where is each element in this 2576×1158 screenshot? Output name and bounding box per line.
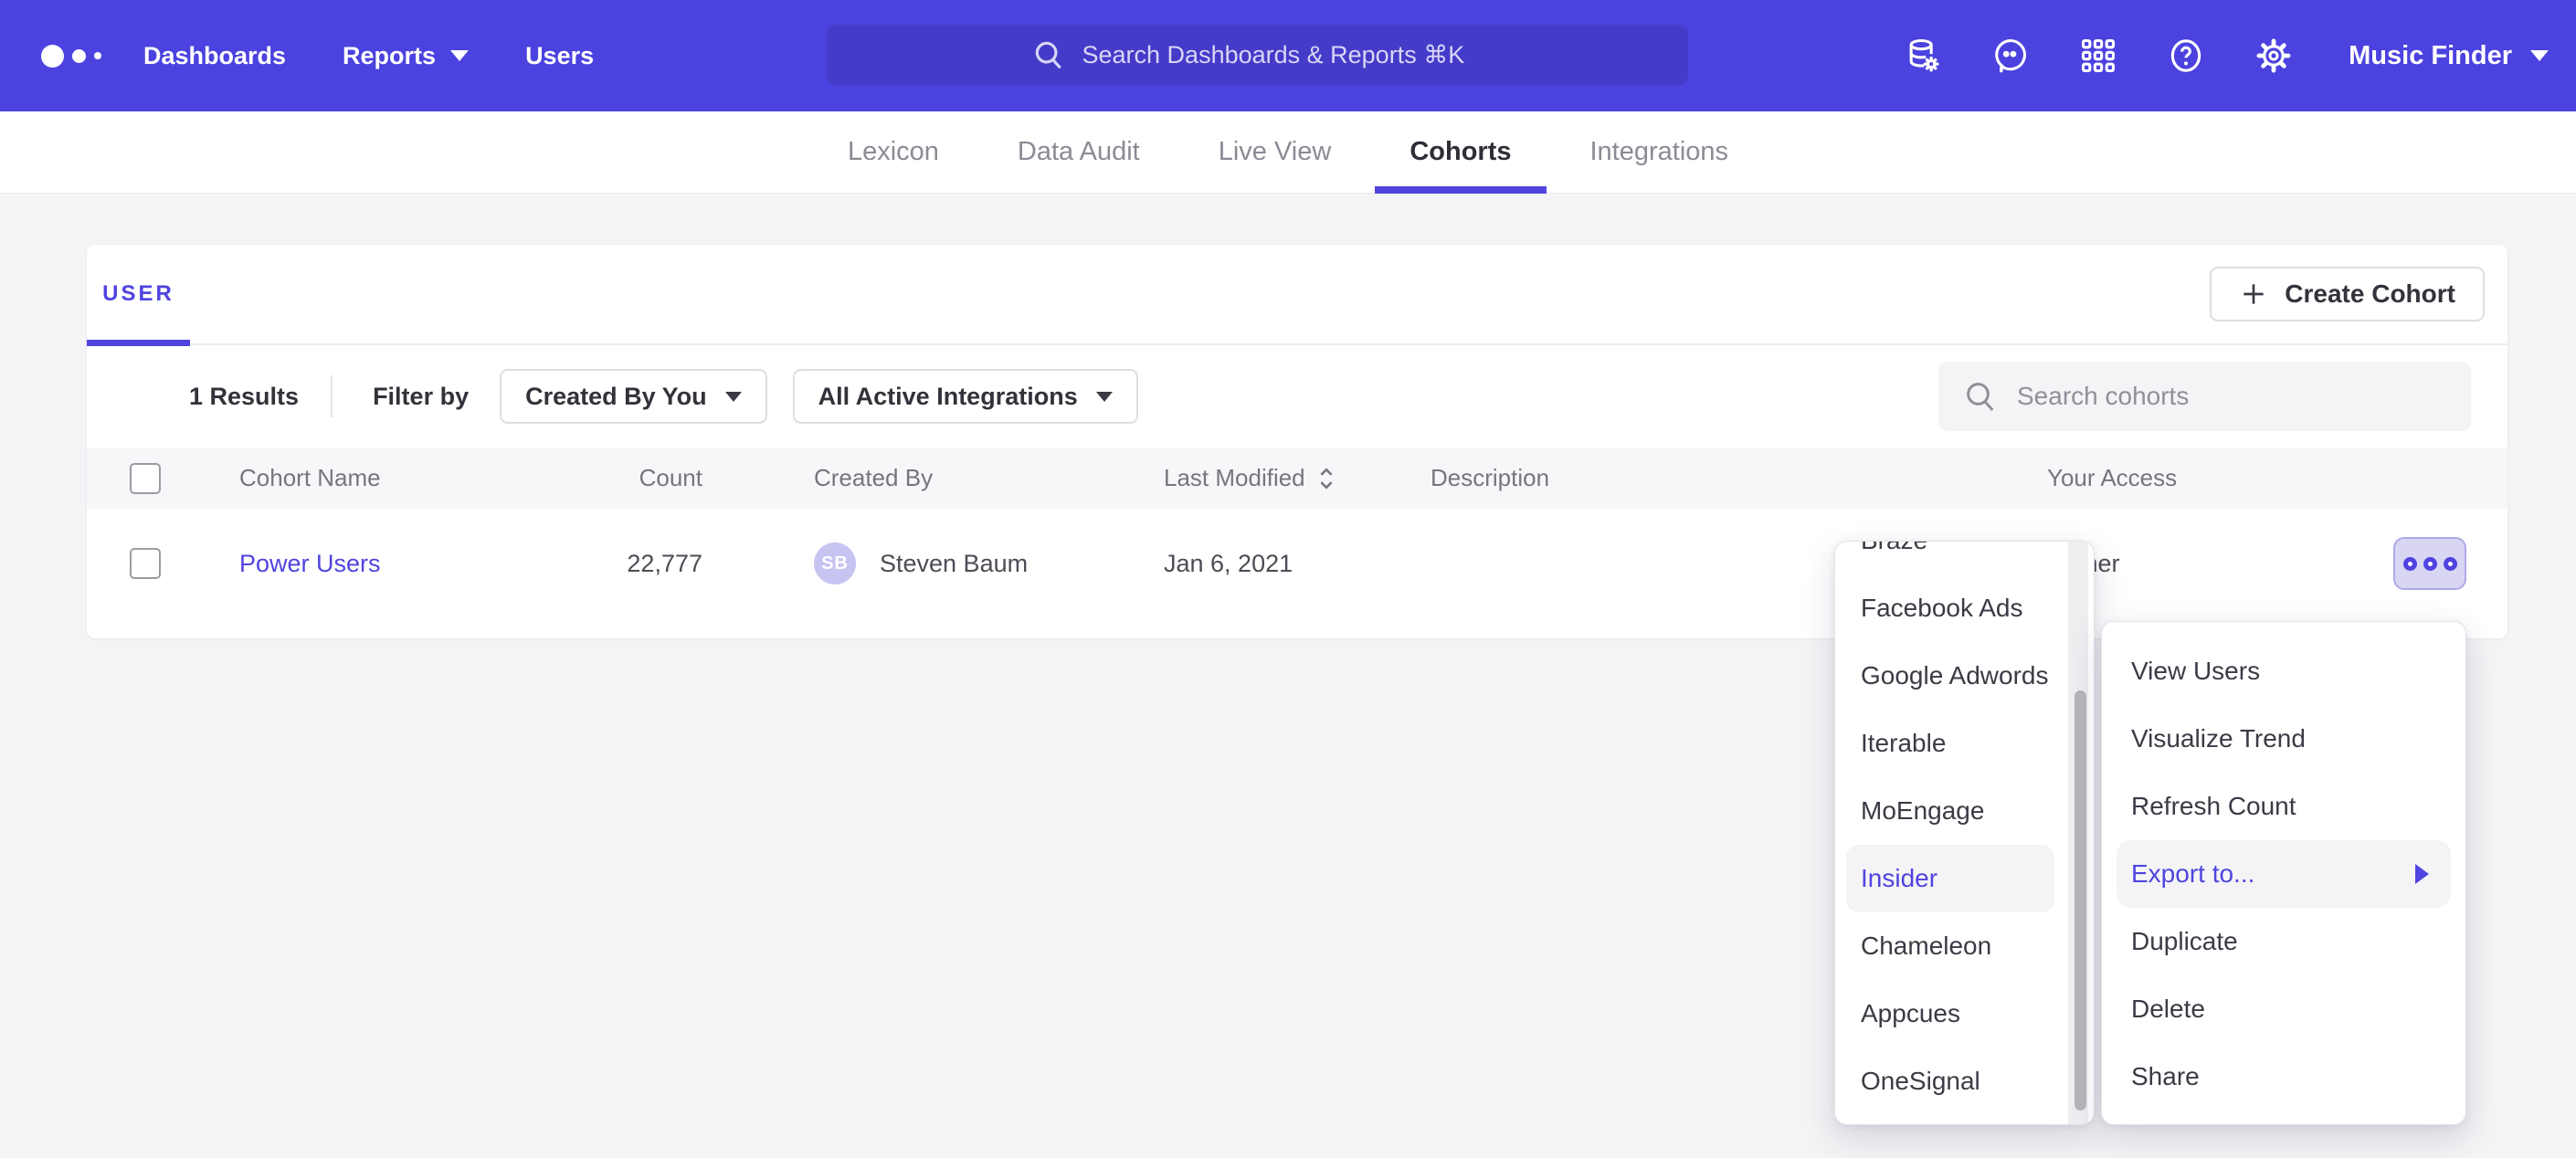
search-icon <box>1031 37 1066 72</box>
export-option-appcues[interactable]: Appcues <box>1835 980 2094 1047</box>
results-count: 1 Results <box>189 383 299 411</box>
filter-created-by-dropdown[interactable]: Created By You <box>500 369 767 424</box>
menu-item-share[interactable]: Share <box>2102 1043 2465 1111</box>
row-actions-button[interactable] <box>2393 537 2466 590</box>
menu-item-delete[interactable]: Delete <box>2102 975 2465 1043</box>
filter-created-by-label: Created By You <box>525 383 707 411</box>
header-cohort-name: Cohort Name <box>239 464 548 492</box>
submenu-arrow-icon <box>2415 864 2429 884</box>
cohort-name-link[interactable]: Power Users <box>239 550 381 577</box>
settings-icon[interactable] <box>2254 36 2294 76</box>
menu-item-refresh-count[interactable]: Refresh Count <box>2102 773 2465 840</box>
chevron-down-icon <box>725 392 742 402</box>
header-last-modified-label: Last Modified <box>1164 464 1305 492</box>
tab-user-cohorts-label: USER <box>102 281 174 307</box>
sort-icon <box>1316 466 1336 491</box>
export-option-moengage[interactable]: MoEngage <box>1835 777 2094 845</box>
menu-item-export-to[interactable]: Export to... <box>2117 840 2451 908</box>
table-row: Power Users 22,777 SB Steven Baum Jan 6,… <box>87 509 2507 618</box>
global-search-input[interactable] <box>1082 41 1484 69</box>
data-settings-icon[interactable] <box>1903 36 1943 76</box>
scrollbar-thumb[interactable] <box>2075 690 2086 1111</box>
menu-item-view-users[interactable]: View Users <box>2102 637 2465 705</box>
created-by-name: Steven Baum <box>880 550 1028 578</box>
nav-item-reports-label: Reports <box>343 42 436 70</box>
global-search-bar[interactable] <box>827 25 1688 85</box>
top-nav: Dashboards Reports Users <box>0 0 2576 111</box>
chevron-down-icon <box>450 50 469 61</box>
cohort-search-bar[interactable] <box>1938 362 2471 431</box>
cohorts-panel: USER Create Cohort 1 Results Filter by C… <box>87 245 2507 638</box>
export-option-google-adwords[interactable]: Google Adwords <box>1835 642 2094 710</box>
tab-cohorts-label: Cohorts <box>1409 137 1511 167</box>
tab-lexicon[interactable]: Lexicon <box>844 111 943 194</box>
filter-by-label: Filter by <box>373 383 469 411</box>
header-description: Description <box>1431 464 2047 492</box>
export-option-facebook-ads[interactable]: Facebook Ads <box>1835 574 2094 642</box>
cohort-count: 22,777 <box>548 550 702 578</box>
nav-item-dashboards-label: Dashboards <box>143 42 286 70</box>
cohort-search-input[interactable] <box>2017 382 2419 411</box>
tab-live-view[interactable]: Live View <box>1215 111 1336 194</box>
project-switcher[interactable]: Music Finder <box>2349 41 2549 71</box>
tab-cohorts[interactable]: Cohorts <box>1406 111 1515 194</box>
tab-lexicon-label: Lexicon <box>848 137 939 167</box>
cohort-type-tabs: USER Create Cohort <box>87 245 2507 345</box>
last-modified-date: Jan 6, 2021 <box>1164 550 1431 578</box>
apps-grid-icon[interactable] <box>2078 36 2118 76</box>
filter-bar: 1 Results Filter by Created By You All A… <box>87 345 2507 447</box>
header-your-access: Your Access <box>2047 464 2325 492</box>
export-option-braze[interactable]: Braze <box>1835 541 2094 574</box>
filter-integrations-label: All Active Integrations <box>818 383 1078 411</box>
nav-item-reports[interactable]: Reports <box>343 42 469 70</box>
search-icon <box>1962 378 1999 415</box>
export-option-chameleon[interactable]: Chameleon <box>1835 912 2094 980</box>
tab-integrations-label: Integrations <box>1590 137 1729 167</box>
tab-live-view-label: Live View <box>1219 137 1332 167</box>
mixpanel-logo-icon[interactable] <box>41 45 142 68</box>
row-context-menu: View Users Visualize Trend Refresh Count… <box>2101 621 2466 1125</box>
tab-data-audit[interactable]: Data Audit <box>1014 111 1144 194</box>
export-submenu-list: Braze Facebook Ads Google Adwords Iterab… <box>1835 541 2094 1115</box>
feedback-icon[interactable] <box>1990 36 2031 76</box>
tab-integrations[interactable]: Integrations <box>1587 111 1733 194</box>
select-all-checkbox[interactable] <box>130 463 161 494</box>
table-header: Cohort Name Count Created By Last Modifi… <box>87 447 2507 509</box>
top-nav-right: Music Finder <box>1903 0 2549 111</box>
menu-item-visualize-trend[interactable]: Visualize Trend <box>2102 705 2465 773</box>
export-submenu: Braze Facebook Ads Google Adwords Iterab… <box>1834 541 2095 1125</box>
export-option-onesignal[interactable]: OneSignal <box>1835 1047 2094 1115</box>
header-count: Count <box>548 464 702 492</box>
chevron-down-icon <box>2530 50 2549 61</box>
row-checkbox[interactable] <box>130 548 161 579</box>
create-cohort-label: Create Cohort <box>2285 279 2455 309</box>
header-last-modified[interactable]: Last Modified <box>1164 464 1431 492</box>
project-name: Music Finder <box>2349 41 2512 71</box>
nav-item-users[interactable]: Users <box>525 42 594 70</box>
avatar: SB <box>814 542 856 584</box>
export-option-iterable[interactable]: Iterable <box>1835 710 2094 777</box>
divider <box>331 375 333 417</box>
help-icon[interactable] <box>2166 36 2206 76</box>
more-dots-icon <box>2403 557 2417 571</box>
export-option-insider[interactable]: Insider <box>1846 845 2054 912</box>
nav-item-dashboards[interactable]: Dashboards <box>143 42 286 70</box>
tab-user-cohorts[interactable]: USER <box>87 244 190 344</box>
menu-item-duplicate[interactable]: Duplicate <box>2102 908 2465 975</box>
nav-item-users-label: Users <box>525 42 594 70</box>
header-created-by: Created By <box>702 464 1164 492</box>
chevron-down-icon <box>1096 392 1113 402</box>
create-cohort-button[interactable]: Create Cohort <box>2210 267 2485 321</box>
tab-data-audit-label: Data Audit <box>1018 137 1140 167</box>
filter-integrations-dropdown[interactable]: All Active Integrations <box>793 369 1138 424</box>
top-nav-items: Dashboards Reports Users <box>143 42 650 70</box>
section-tabs: Lexicon Data Audit Live View Cohorts Int… <box>0 111 2576 194</box>
plus-icon <box>2239 279 2268 309</box>
